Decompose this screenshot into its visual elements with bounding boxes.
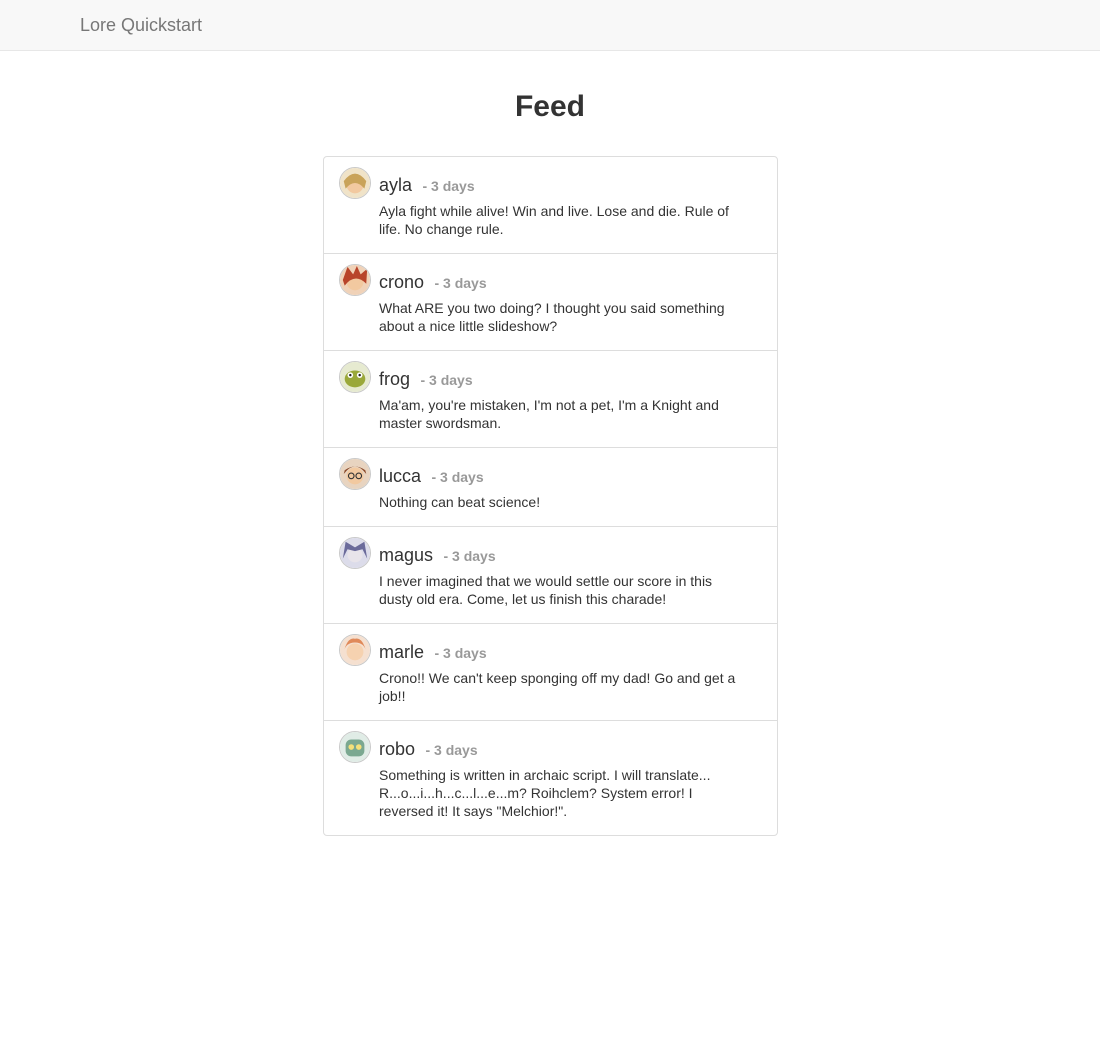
feed-item: frog - 3 days Ma'am, you're mistaken, I'… [324, 350, 777, 447]
avatar[interactable] [339, 634, 371, 666]
timestamp: - 3 days [420, 372, 473, 388]
character-portrait-icon [340, 168, 370, 198]
avatar[interactable] [339, 537, 371, 569]
feed-item: robo - 3 days Something is written in ar… [324, 720, 777, 835]
nickname[interactable]: lucca [379, 466, 421, 486]
timestamp: - 3 days [422, 178, 475, 194]
nickname[interactable]: robo [379, 739, 415, 759]
avatar[interactable] [339, 264, 371, 296]
avatar[interactable] [339, 167, 371, 199]
message-text: Crono!! We can't keep sponging off my da… [379, 670, 736, 704]
feed-item: lucca - 3 days Nothing can beat science! [324, 447, 777, 526]
navbar: Lore Quickstart [0, 0, 1100, 51]
nickname[interactable]: marle [379, 642, 424, 662]
message-text: What ARE you two doing? I thought you sa… [379, 300, 725, 334]
feed-item: ayla - 3 days Ayla fight while alive! Wi… [324, 157, 777, 253]
message-text: Ma'am, you're mistaken, I'm not a pet, I… [379, 397, 719, 431]
message-text: I never imagined that we would settle ou… [379, 573, 713, 607]
avatar[interactable] [339, 361, 371, 393]
timestamp: - 3 days [443, 548, 496, 564]
feed-list: ayla - 3 days Ayla fight while alive! Wi… [323, 156, 778, 836]
feed-item: magus - 3 days I never imagined that we … [324, 526, 777, 623]
message-text: Something is written in archaic script. … [379, 767, 711, 819]
character-portrait-icon [340, 362, 370, 392]
character-portrait-icon [340, 635, 370, 665]
timestamp: - 3 days [431, 469, 484, 485]
nickname[interactable]: frog [379, 369, 410, 389]
timestamp: - 3 days [425, 742, 478, 758]
nickname[interactable]: crono [379, 272, 424, 292]
page-title: Feed [514, 90, 586, 123]
message-text: Nothing can beat science! [379, 494, 541, 510]
character-portrait-icon [340, 732, 370, 762]
timestamp: - 3 days [434, 275, 487, 291]
character-portrait-icon [340, 265, 370, 295]
avatar[interactable] [339, 458, 371, 490]
avatar[interactable] [339, 731, 371, 763]
nickname[interactable]: magus [379, 545, 433, 565]
timestamp: - 3 days [434, 645, 487, 661]
brand-link[interactable]: Lore Quickstart [80, 14, 202, 36]
character-portrait-icon [340, 459, 370, 489]
message-text: Ayla fight while alive! Win and live. Lo… [379, 203, 729, 237]
character-portrait-icon [340, 538, 370, 568]
feed-item: marle - 3 days Crono!! We can't keep spo… [324, 623, 777, 720]
nickname[interactable]: ayla [379, 175, 412, 195]
feed-item: crono - 3 days What ARE you two doing? I… [324, 253, 777, 350]
